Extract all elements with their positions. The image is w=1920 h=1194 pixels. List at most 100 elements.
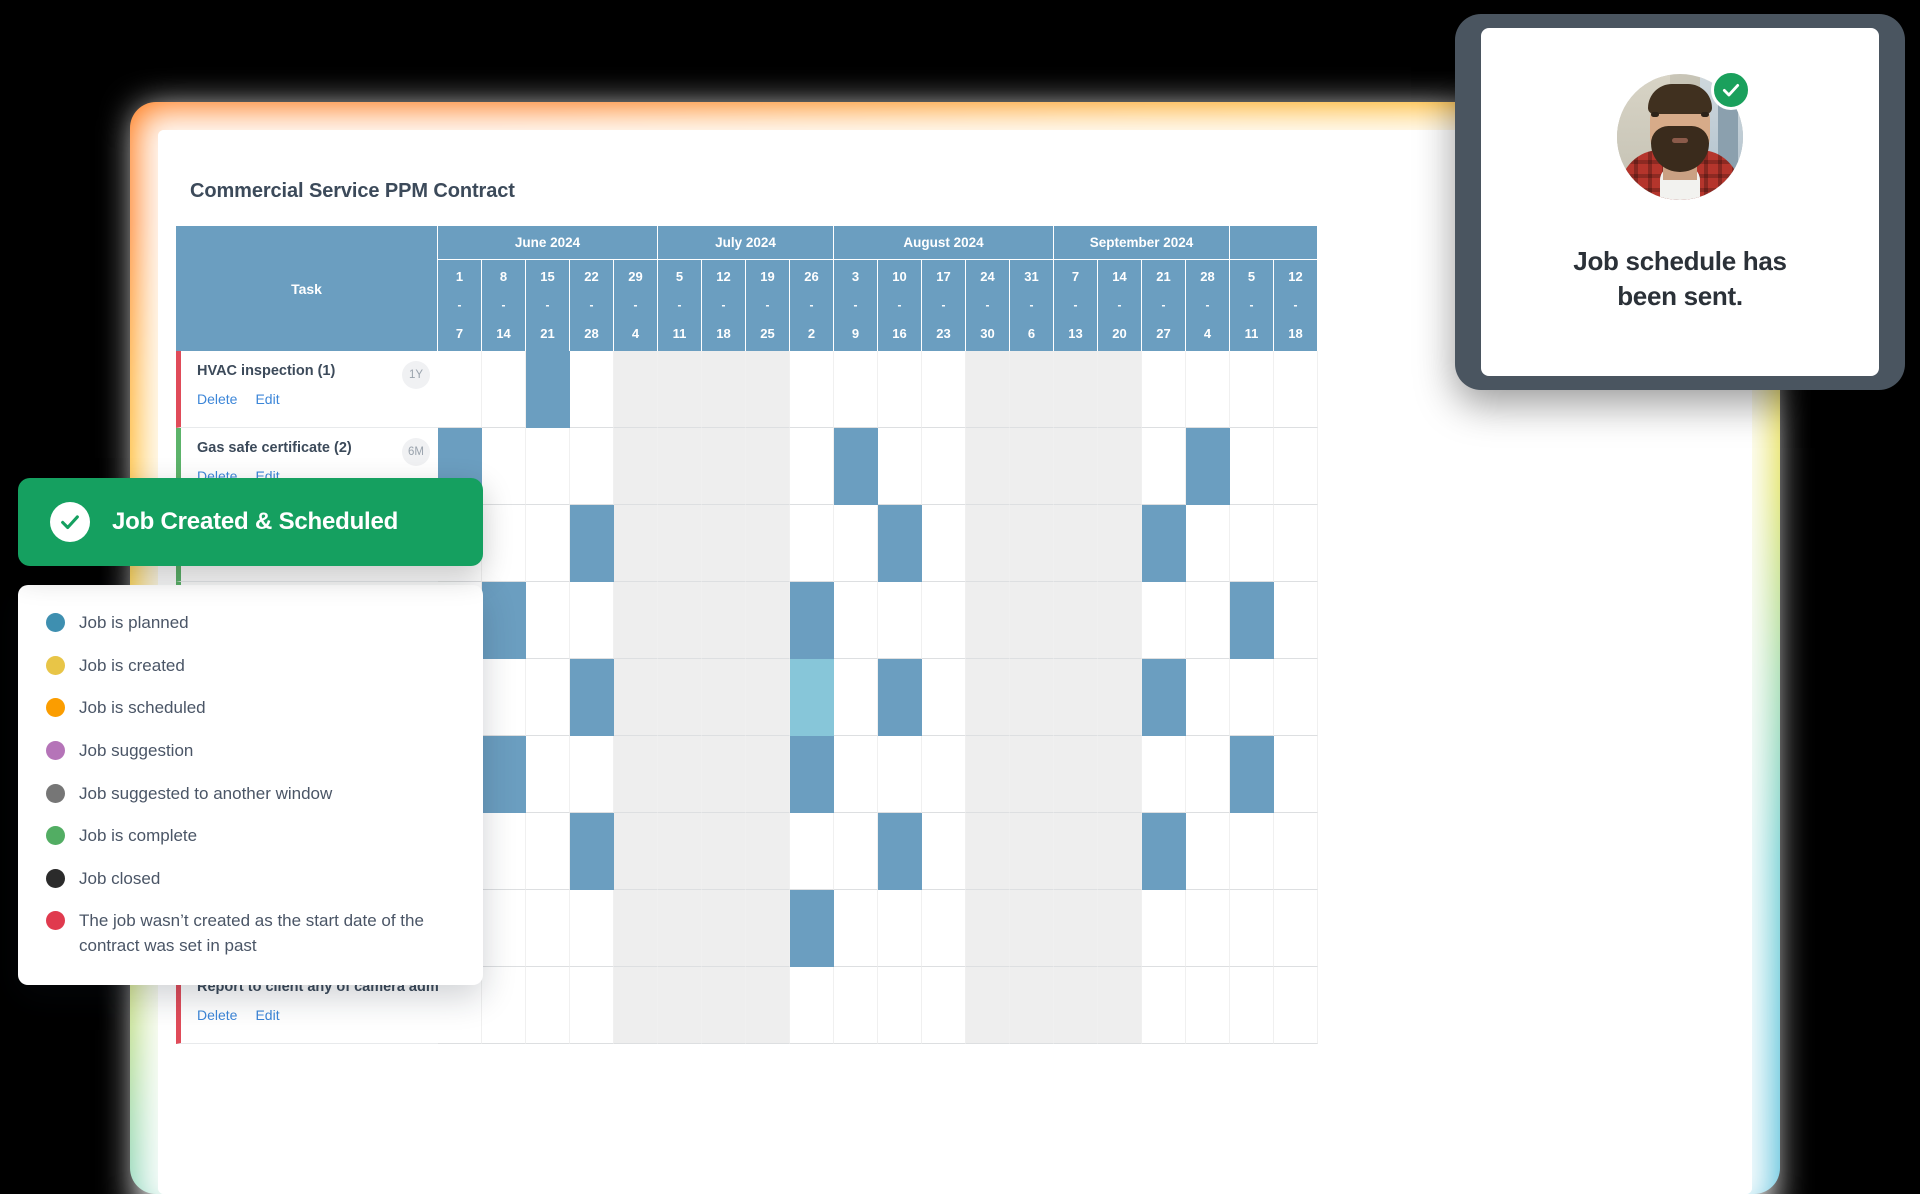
timeline-cell[interactable]	[526, 505, 570, 582]
timeline-cell[interactable]	[1186, 736, 1230, 813]
timeline-cell[interactable]	[1274, 582, 1318, 659]
timeline-cell[interactable]	[746, 813, 790, 890]
timeline-cell[interactable]	[614, 813, 658, 890]
timeline-cell[interactable]	[1186, 659, 1230, 736]
timeline-cell[interactable]	[614, 967, 658, 1044]
timeline-cell[interactable]	[790, 351, 834, 428]
timeline-cell[interactable]	[482, 351, 526, 428]
timeline-cell[interactable]	[1054, 890, 1098, 967]
timeline-cell[interactable]	[1054, 659, 1098, 736]
timeline-cell[interactable]	[922, 659, 966, 736]
delete-link[interactable]: Delete	[197, 391, 237, 407]
timeline-cell[interactable]	[746, 967, 790, 1044]
timeline-cell[interactable]	[922, 813, 966, 890]
timeline-cell[interactable]	[834, 582, 878, 659]
timeline-cell[interactable]	[570, 351, 614, 428]
job-cell-planned[interactable]	[1142, 505, 1186, 582]
job-cell-planned[interactable]	[834, 428, 878, 505]
timeline-cell[interactable]	[702, 428, 746, 505]
timeline-cell[interactable]	[1054, 505, 1098, 582]
timeline-cell[interactable]	[790, 428, 834, 505]
job-cell-planned[interactable]	[526, 351, 570, 428]
timeline-cell[interactable]	[834, 813, 878, 890]
timeline-cell[interactable]	[1230, 659, 1274, 736]
timeline-cell[interactable]	[790, 967, 834, 1044]
timeline-cell[interactable]	[526, 659, 570, 736]
job-cell-complete[interactable]	[790, 659, 834, 736]
timeline-cell[interactable]	[790, 505, 834, 582]
timeline-cell[interactable]	[482, 505, 526, 582]
timeline-cell[interactable]	[482, 890, 526, 967]
timeline-cell[interactable]	[1010, 967, 1054, 1044]
job-cell-planned[interactable]	[1186, 428, 1230, 505]
timeline-cell[interactable]	[658, 351, 702, 428]
timeline-cell[interactable]	[922, 736, 966, 813]
timeline-cell[interactable]	[658, 813, 702, 890]
timeline-cell[interactable]	[526, 428, 570, 505]
timeline-cell[interactable]	[966, 736, 1010, 813]
timeline-cell[interactable]	[878, 351, 922, 428]
timeline-cell[interactable]	[702, 505, 746, 582]
timeline-cell[interactable]	[614, 505, 658, 582]
timeline-cell[interactable]	[1098, 659, 1142, 736]
timeline-cell[interactable]	[658, 505, 702, 582]
timeline-cell[interactable]	[526, 736, 570, 813]
timeline-cell[interactable]	[614, 890, 658, 967]
job-cell-planned[interactable]	[878, 505, 922, 582]
timeline-cell[interactable]	[834, 890, 878, 967]
timeline-cell[interactable]	[658, 890, 702, 967]
timeline-cell[interactable]	[1010, 505, 1054, 582]
timeline-cell[interactable]	[526, 890, 570, 967]
timeline-cell[interactable]	[614, 659, 658, 736]
timeline-cell[interactable]	[746, 428, 790, 505]
timeline-cell[interactable]	[614, 736, 658, 813]
timeline-cell[interactable]	[922, 890, 966, 967]
timeline-cell[interactable]	[658, 659, 702, 736]
edit-link[interactable]: Edit	[255, 1007, 279, 1023]
timeline-cell[interactable]	[922, 967, 966, 1044]
timeline-cell[interactable]	[1054, 351, 1098, 428]
timeline-cell[interactable]	[614, 582, 658, 659]
timeline-cell[interactable]	[1098, 505, 1142, 582]
timeline-cell[interactable]	[1274, 736, 1318, 813]
timeline-cell[interactable]	[878, 428, 922, 505]
timeline-cell[interactable]	[1274, 659, 1318, 736]
job-cell-planned[interactable]	[570, 813, 614, 890]
timeline-cell[interactable]	[834, 736, 878, 813]
timeline-cell[interactable]	[526, 967, 570, 1044]
timeline-cell[interactable]	[570, 428, 614, 505]
timeline-cell[interactable]	[878, 967, 922, 1044]
job-cell-planned[interactable]	[482, 582, 526, 659]
timeline-cell[interactable]	[746, 659, 790, 736]
job-cell-planned[interactable]	[570, 505, 614, 582]
timeline-cell[interactable]	[1098, 351, 1142, 428]
timeline-cell[interactable]	[702, 890, 746, 967]
timeline-cell[interactable]	[1054, 813, 1098, 890]
timeline-cell[interactable]	[746, 505, 790, 582]
timeline-cell[interactable]	[658, 582, 702, 659]
job-cell-planned[interactable]	[790, 890, 834, 967]
timeline-cell[interactable]	[614, 428, 658, 505]
timeline-cell[interactable]	[1010, 659, 1054, 736]
timeline-cell[interactable]	[1010, 813, 1054, 890]
timeline-cell[interactable]	[1142, 736, 1186, 813]
timeline-cell[interactable]	[1274, 890, 1318, 967]
timeline-cell[interactable]	[922, 582, 966, 659]
job-cell-planned[interactable]	[482, 736, 526, 813]
timeline-cell[interactable]	[1230, 890, 1274, 967]
timeline-cell[interactable]	[878, 890, 922, 967]
timeline-cell[interactable]	[702, 582, 746, 659]
timeline-cell[interactable]	[1230, 967, 1274, 1044]
timeline-cell[interactable]	[1186, 967, 1230, 1044]
timeline-cell[interactable]	[570, 890, 614, 967]
timeline-cell[interactable]	[482, 967, 526, 1044]
timeline-cell[interactable]	[702, 813, 746, 890]
timeline-cell[interactable]	[922, 351, 966, 428]
timeline-cell[interactable]	[702, 659, 746, 736]
timeline-cell[interactable]	[1230, 351, 1274, 428]
timeline-cell[interactable]	[746, 351, 790, 428]
timeline-cell[interactable]	[702, 736, 746, 813]
timeline-cell[interactable]	[834, 659, 878, 736]
timeline-cell[interactable]	[1274, 428, 1318, 505]
timeline-cell[interactable]	[1274, 351, 1318, 428]
